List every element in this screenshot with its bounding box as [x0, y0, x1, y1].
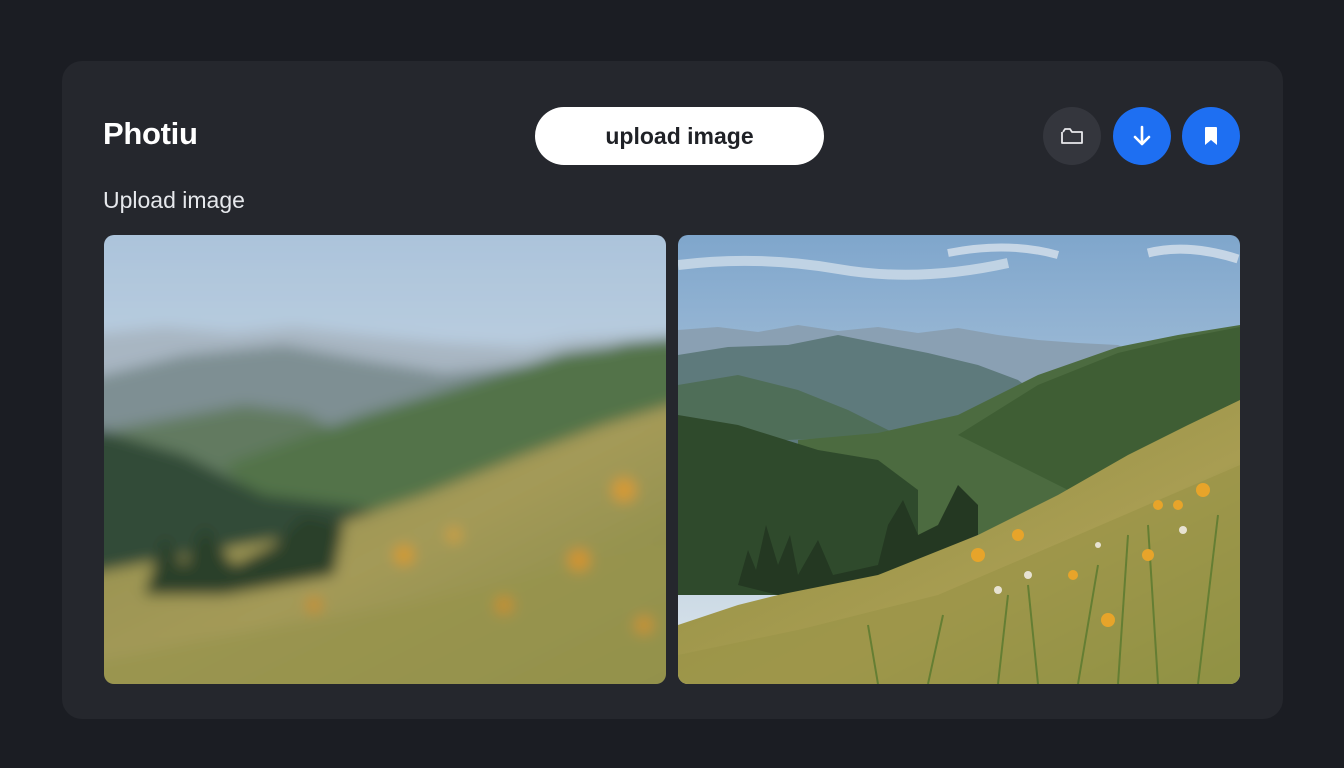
- section-label: Upload image: [103, 187, 245, 213]
- download-button[interactable]: [1113, 107, 1171, 165]
- image-preview-blurred: [104, 235, 666, 684]
- download-icon: [1133, 125, 1151, 146]
- image-preview-sharp: [678, 235, 1240, 684]
- app-card: Photiu upload image Upload image: [62, 61, 1283, 719]
- bookmark-icon: [1205, 127, 1217, 145]
- upload-image-button[interactable]: upload image: [535, 107, 824, 165]
- bookmark-button[interactable]: [1182, 107, 1240, 165]
- folder-icon: [1061, 128, 1083, 144]
- app-title: Photiu: [103, 116, 198, 151]
- folder-button[interactable]: [1043, 107, 1101, 165]
